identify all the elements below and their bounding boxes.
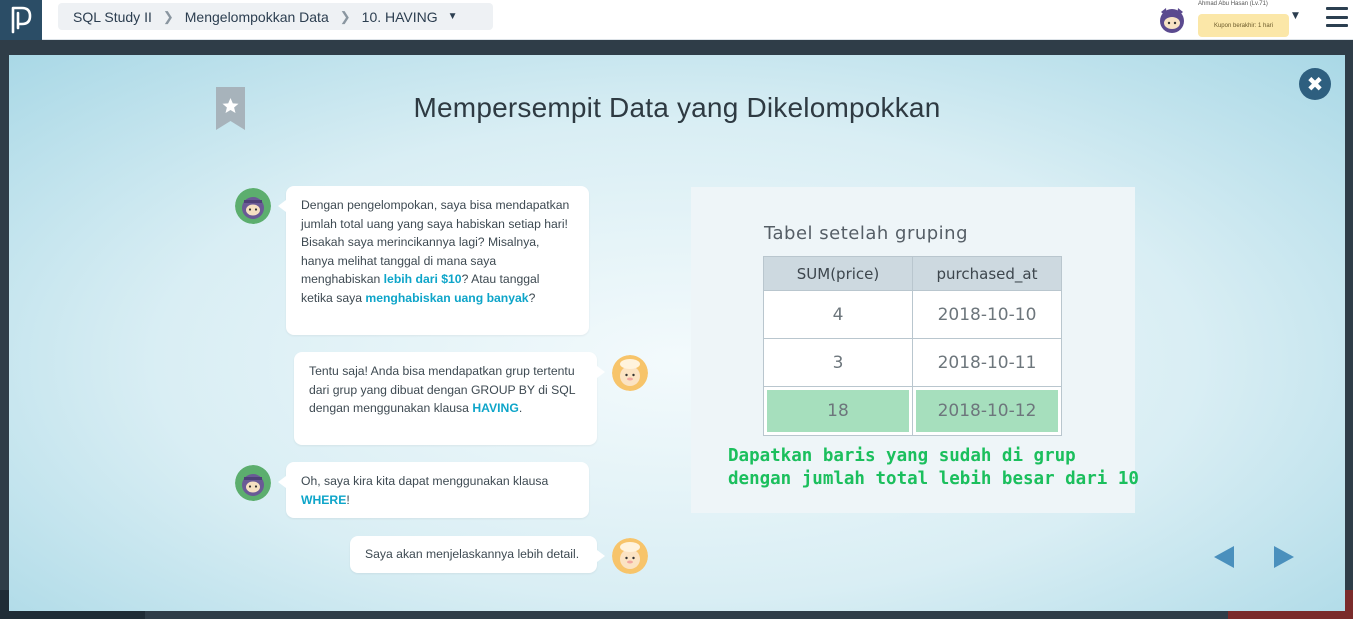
highlighted-text: menghabiskan uang banyak — [365, 290, 529, 305]
close-icon[interactable]: ✖ — [1299, 68, 1331, 100]
table-cell: 18 — [763, 386, 913, 436]
hamburger-menu-icon[interactable] — [1326, 7, 1348, 27]
sheep-avatar — [612, 538, 648, 574]
highlighted-text: HAVING — [472, 401, 519, 415]
highlighted-cell: 18 — [767, 390, 909, 432]
sheep-avatar — [612, 355, 648, 391]
table-cell: 2018-10-10 — [912, 290, 1062, 339]
annotation-note: Dapatkan baris yang sudah di grup dengan… — [728, 445, 1139, 491]
ninja-avatar — [235, 188, 271, 224]
slide-illustration: Tabel setelah gruping SUM(price) purchas… — [691, 187, 1139, 513]
table-row-highlighted: 18 2018-10-12 — [763, 386, 1062, 436]
column-header: SUM(price) — [763, 256, 913, 291]
table-cell: 2018-10-12 — [912, 386, 1062, 436]
breadcrumb: SQL Study II ❯ Mengelompokkan Data ❯ 10.… — [58, 3, 493, 30]
table-row: 4 2018-10-10 — [763, 290, 1062, 339]
chat-bubble-teacher: Tentu saja! Anda bisa mendapatkan grup t… — [294, 352, 605, 445]
progate-logo[interactable] — [0, 0, 42, 40]
ninja-avatar — [235, 465, 271, 501]
slide-title: Mempersempit Data yang Dikelompokkan — [413, 92, 941, 123]
breadcrumb-chapter[interactable]: Mengelompokkan Data — [185, 9, 329, 25]
chat-bubble-student: Dengan pengelompokan, saya bisa mendapat… — [278, 186, 589, 335]
user-avatar[interactable] — [1156, 4, 1188, 36]
chat-text: Saya akan menjelaskannya lebih detail. — [365, 547, 580, 561]
table-row: 3 2018-10-11 — [763, 338, 1062, 387]
chat-text: ? — [528, 290, 536, 305]
arrow-right-icon[interactable] — [1272, 545, 1296, 569]
table-cell: 3 — [763, 338, 913, 387]
annotation-line: Dapatkan baris yang sudah di grup — [728, 446, 1076, 466]
top-bar: SQL Study II ❯ Mengelompokkan Data ❯ 10.… — [0, 0, 1353, 40]
chat-text: ! — [346, 492, 350, 507]
arrow-left-icon[interactable] — [1212, 545, 1236, 569]
slide-modal: Mempersempit Data yang Dikelompokkan ✖ D… — [9, 55, 1345, 611]
coupon-badge: Kupon berakhir: 1 hari — [1198, 14, 1289, 37]
chevron-right-icon: ❯ — [162, 8, 174, 24]
highlighted-text: lebih dari $10 — [383, 272, 462, 286]
highlighted-text: WHERE — [301, 492, 347, 507]
chevron-down-icon[interactable]: ▼ — [448, 11, 458, 22]
chat-text: Tentu saja! Anda bisa mendapatkan grup t… — [309, 364, 576, 415]
chat-text: Oh, saya kira kita dapat menggunakan kla… — [301, 474, 549, 488]
table-cell: 4 — [763, 290, 913, 339]
chat-bubble-student: Oh, saya kira kita dapat menggunakan kla… — [278, 462, 589, 518]
column-header: purchased_at — [912, 256, 1062, 291]
annotation-line: dengan jumlah total lebih besar dari 10 — [728, 469, 1139, 489]
breadcrumb-lesson[interactable]: 10. HAVING — [362, 9, 438, 25]
table-cell: 2018-10-11 — [912, 338, 1062, 387]
chevron-down-icon[interactable]: ▼ — [1292, 11, 1299, 21]
user-name[interactable]: Ahmad Abu Hasan (Lv.71) — [1198, 1, 1268, 7]
chat-bubble-teacher: Saya akan menjelaskannya lebih detail. — [350, 536, 605, 573]
chat-text: . — [518, 401, 523, 415]
chevron-right-icon: ❯ — [339, 8, 351, 24]
logo-icon — [11, 6, 32, 34]
grouped-table: SUM(price) purchased_at 4 2018-10-10 3 2… — [763, 256, 1062, 436]
breadcrumb-course[interactable]: SQL Study II — [73, 9, 152, 25]
table-caption: Tabel setelah gruping — [764, 223, 969, 244]
highlighted-cell: 2018-10-12 — [916, 390, 1058, 432]
